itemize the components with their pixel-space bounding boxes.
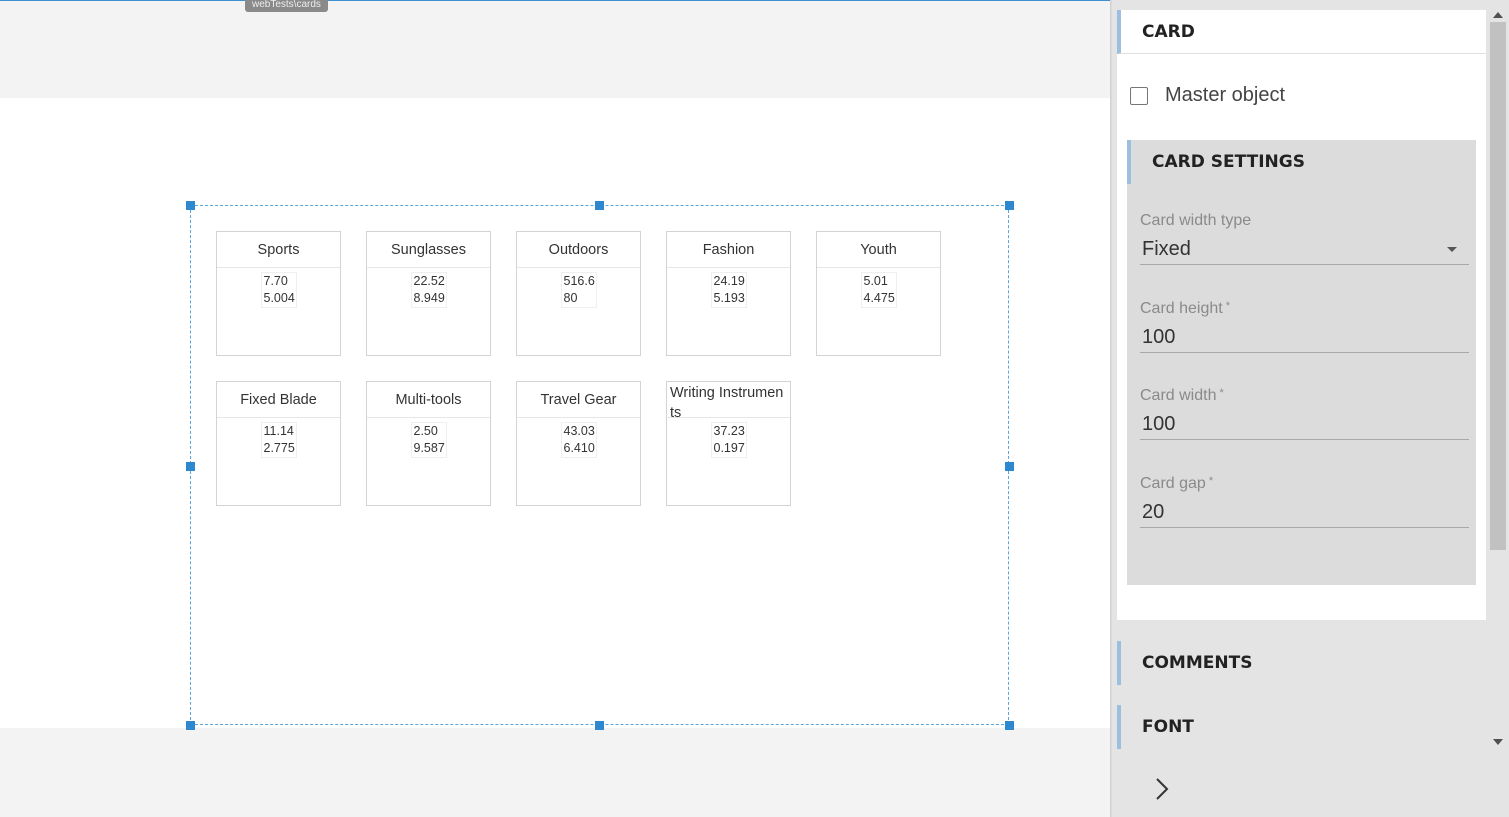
card-values: 7.70 5.004 <box>260 272 297 308</box>
card-width-input[interactable]: 100 <box>1140 409 1469 440</box>
card-width-field: Card width * 100 <box>1140 387 1469 440</box>
card[interactable]: Outdoors 516.6 80 <box>516 231 641 356</box>
card-values: 37.23 0.197 <box>710 422 747 458</box>
card[interactable]: Youth 5.01 4.475 <box>816 231 941 356</box>
resize-handle-top-left[interactable] <box>186 201 195 210</box>
card-title: Youth <box>817 232 940 268</box>
card-title: Writing Instruments <box>667 382 790 421</box>
chevron-right-icon[interactable] <box>1147 774 1177 804</box>
card-width-type-field: Card width type Fixed <box>1140 212 1469 265</box>
card-value-2: 5.193 <box>713 291 745 305</box>
resize-handle-bottom-left[interactable] <box>186 721 195 730</box>
resize-handle-top[interactable] <box>595 201 604 210</box>
card-value-2: 0.197 <box>713 441 745 455</box>
card[interactable]: Fashion 24.19 5.193 <box>666 231 791 356</box>
card-value-2: 2.775 <box>263 441 295 455</box>
card[interactable]: Fixed Blade 11.14 2.775 <box>216 381 341 506</box>
card-values: 2.50 9.587 <box>410 422 447 458</box>
card-width-label: Card width * <box>1140 387 1224 404</box>
dropdown-caret-icon <box>1447 247 1457 252</box>
card-settings-box: CARD SETTINGS Card width type Fixed Card… <box>1127 140 1476 585</box>
card-gap-label: Card gap * <box>1140 475 1214 492</box>
panel-scrollbar-thumb[interactable] <box>1490 22 1506 550</box>
card-width-type-select[interactable]: Fixed <box>1140 234 1469 265</box>
card-values: 24.19 5.193 <box>710 272 747 308</box>
card-gap-input[interactable]: 20 <box>1140 497 1469 528</box>
card-value-1: 516.6 <box>563 274 595 288</box>
card-height-field: Card height * 100 <box>1140 300 1469 353</box>
resize-handle-bottom-right[interactable] <box>1005 721 1014 730</box>
scroll-down-icon[interactable] <box>1493 739 1503 745</box>
card-title: Fashion <box>667 232 790 268</box>
card-value-2: 9.587 <box>413 441 445 455</box>
resize-handle-bottom[interactable] <box>595 721 604 730</box>
card-value-2: 80 <box>563 291 578 305</box>
card-title: Travel Gear <box>517 382 640 418</box>
card-value-2: 6.410 <box>563 441 595 455</box>
card-values: 22.52 8.949 <box>410 272 447 308</box>
master-object-label: Master object <box>1165 84 1286 106</box>
card-gap-field: Card gap * 20 <box>1140 475 1469 528</box>
card-section: CARD Master object CARD SETTINGS Card wi… <box>1117 10 1486 620</box>
card-value-1: 2.50 <box>413 424 438 438</box>
card[interactable]: Multi-tools 2.50 9.587 <box>366 381 491 506</box>
master-object-checkbox[interactable] <box>1130 86 1148 105</box>
card-value-1: 37.23 <box>713 424 745 438</box>
card-value-1: 5.01 <box>863 274 888 288</box>
resize-handle-top-right[interactable] <box>1005 201 1014 210</box>
scroll-up-icon[interactable] <box>1493 12 1503 18</box>
card-value-2: 5.004 <box>263 291 295 305</box>
card-section-header[interactable]: CARD <box>1117 10 1486 54</box>
card[interactable]: Writing Instruments 37.23 0.197 <box>666 381 791 506</box>
card-value-1: 11.14 <box>263 424 294 438</box>
card-value-2: 8.949 <box>413 291 445 305</box>
path-tag: webTests\cards <box>245 0 328 12</box>
card-value-1: 43.03 <box>563 424 595 438</box>
comments-section-header[interactable]: COMMENTS <box>1117 641 1486 685</box>
resize-handle-right[interactable] <box>1005 462 1014 471</box>
top-accent-line <box>0 0 1112 1</box>
card-height-input[interactable]: 100 <box>1140 322 1469 353</box>
card-value-2: 4.475 <box>863 291 895 305</box>
card-width-type-label: Card width type <box>1140 212 1252 229</box>
card-values: 516.6 80 <box>560 272 597 308</box>
card-value-1: 7.70 <box>263 274 288 288</box>
card-title: Sports <box>217 232 340 268</box>
card-values: 5.01 4.475 <box>860 272 897 308</box>
card-values: 43.03 6.410 <box>560 422 597 458</box>
card-title: Fixed Blade <box>217 382 340 418</box>
font-section-header[interactable]: FONT <box>1117 705 1486 749</box>
card-title: Sunglasses <box>367 232 490 268</box>
card-title: Outdoors <box>517 232 640 268</box>
card-height-label: Card height * <box>1140 300 1230 317</box>
properties-panel: CARD Master object CARD SETTINGS Card wi… <box>1112 0 1509 817</box>
resize-handle-left[interactable] <box>186 462 195 471</box>
card-value-1: 24.19 <box>713 274 745 288</box>
card-settings-header[interactable]: CARD SETTINGS <box>1127 140 1476 184</box>
card-values: 11.14 2.775 <box>260 422 297 458</box>
card[interactable]: Sports 7.70 5.004 <box>216 231 341 356</box>
master-object-row[interactable]: Master object <box>1130 84 1285 107</box>
card[interactable]: Travel Gear 43.03 6.410 <box>516 381 641 506</box>
card-value-1: 22.52 <box>413 274 445 288</box>
card[interactable]: Sunglasses 22.52 8.949 <box>366 231 491 356</box>
card-title: Multi-tools <box>367 382 490 418</box>
